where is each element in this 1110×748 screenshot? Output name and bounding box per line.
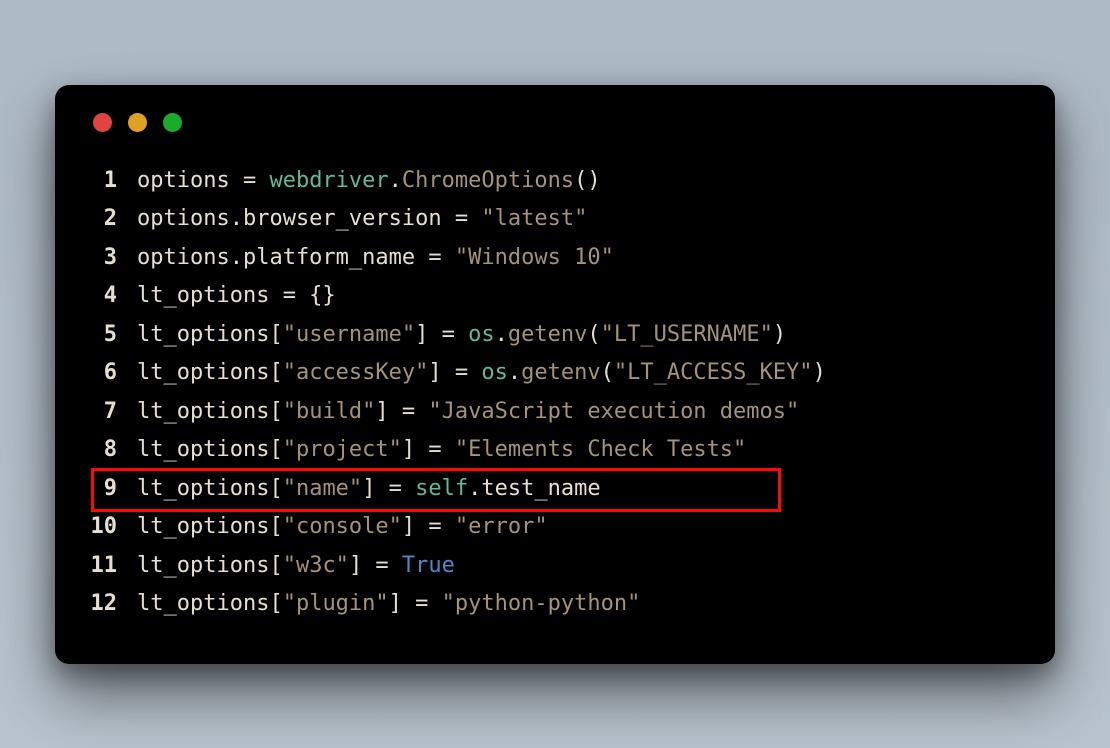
code-token: ( xyxy=(587,322,600,347)
line-content: lt_options["accessKey"] = os.getenv("LT_… xyxy=(137,354,826,393)
code-token: lt_options[ xyxy=(137,553,283,578)
line-content: lt_options = {} xyxy=(137,277,336,316)
code-token: "project" xyxy=(283,437,402,462)
line-number: 7 xyxy=(87,393,137,432)
line-number: 10 xyxy=(87,508,137,547)
line-number: 11 xyxy=(87,547,137,586)
code-token: ] = xyxy=(362,476,415,501)
code-token: "accessKey" xyxy=(283,360,429,385)
line-number: 9 xyxy=(87,470,137,509)
line-content: lt_options["name"] = self.test_name xyxy=(137,470,601,509)
code-token: options.browser_version = xyxy=(137,206,481,231)
line-number: 6 xyxy=(87,354,137,393)
line-number: 2 xyxy=(87,200,137,239)
code-block: 1options = webdriver.ChromeOptions()2opt… xyxy=(87,162,1023,624)
code-window: 1options = webdriver.ChromeOptions()2opt… xyxy=(55,85,1055,664)
code-token: ChromeOptions xyxy=(402,168,574,193)
code-line: 10lt_options["console"] = "error" xyxy=(87,508,1023,547)
line-content: options = webdriver.ChromeOptions() xyxy=(137,162,601,201)
line-number: 1 xyxy=(87,162,137,201)
code-token: True xyxy=(402,553,455,578)
code-token: ] = xyxy=(349,553,402,578)
code-token: options.platform_name = xyxy=(137,245,455,270)
code-token: ] = xyxy=(402,514,455,539)
code-token: lt_options[ xyxy=(137,591,283,616)
code-token: ( xyxy=(601,360,614,385)
code-token: lt_options[ xyxy=(137,514,283,539)
line-number: 3 xyxy=(87,239,137,278)
code-token: () xyxy=(574,168,601,193)
code-token: ] = xyxy=(402,437,455,462)
code-token: lt_options[ xyxy=(137,322,283,347)
code-token: ) xyxy=(813,360,826,385)
minimize-icon[interactable] xyxy=(128,113,147,132)
line-number: 4 xyxy=(87,277,137,316)
code-token: "plugin" xyxy=(283,591,389,616)
line-content: lt_options["plugin"] = "python-python" xyxy=(137,585,640,624)
code-token: "latest" xyxy=(481,206,587,231)
code-token: ] = xyxy=(375,399,428,424)
code-line: 8lt_options["project"] = "Elements Check… xyxy=(87,431,1023,470)
code-token: "console" xyxy=(283,514,402,539)
line-content: options.platform_name = "Windows 10" xyxy=(137,239,614,278)
line-content: lt_options["project"] = "Elements Check … xyxy=(137,431,746,470)
code-line: 9lt_options["name"] = self.test_name xyxy=(87,470,1023,509)
code-token: self xyxy=(415,476,468,501)
code-token: ] = xyxy=(428,360,481,385)
code-token: "name" xyxy=(283,476,362,501)
code-token: ) xyxy=(773,322,786,347)
code-line: 11lt_options["w3c"] = True xyxy=(87,547,1023,586)
code-token: lt_options[ xyxy=(137,360,283,385)
code-line: 1options = webdriver.ChromeOptions() xyxy=(87,162,1023,201)
traffic-lights xyxy=(93,113,1023,132)
line-content: lt_options["build"] = "JavaScript execut… xyxy=(137,393,799,432)
code-line: 4lt_options = {} xyxy=(87,277,1023,316)
line-content: lt_options["console"] = "error" xyxy=(137,508,548,547)
code-token: webdriver xyxy=(269,168,388,193)
code-token: getenv xyxy=(521,360,600,385)
code-token: "username" xyxy=(283,322,415,347)
close-icon[interactable] xyxy=(93,113,112,132)
code-token: ] = xyxy=(389,591,442,616)
code-token: "python-python" xyxy=(442,591,641,616)
line-number: 8 xyxy=(87,431,137,470)
code-line: 3options.platform_name = "Windows 10" xyxy=(87,239,1023,278)
code-token: "w3c" xyxy=(283,553,349,578)
code-token: . xyxy=(389,168,402,193)
code-token: "LT_USERNAME" xyxy=(601,322,773,347)
line-number: 5 xyxy=(87,316,137,355)
code-line: 12lt_options["plugin"] = "python-python" xyxy=(87,585,1023,624)
code-line: 5lt_options["username"] = os.getenv("LT_… xyxy=(87,316,1023,355)
code-token: "error" xyxy=(455,514,548,539)
code-line: 2options.browser_version = "latest" xyxy=(87,200,1023,239)
code-token: options = xyxy=(137,168,269,193)
code-token: lt_options[ xyxy=(137,399,283,424)
code-token: "Elements Check Tests" xyxy=(455,437,746,462)
maximize-icon[interactable] xyxy=(163,113,182,132)
code-line: 6lt_options["accessKey"] = os.getenv("LT… xyxy=(87,354,1023,393)
code-token: getenv xyxy=(508,322,587,347)
line-content: lt_options["w3c"] = True xyxy=(137,547,455,586)
code-token: lt_options[ xyxy=(137,476,283,501)
code-token: . xyxy=(508,360,521,385)
code-token: os xyxy=(468,322,495,347)
code-token: "LT_ACCESS_KEY" xyxy=(614,360,813,385)
code-token: lt_options = {} xyxy=(137,283,336,308)
code-token: . xyxy=(495,322,508,347)
line-content: options.browser_version = "latest" xyxy=(137,200,587,239)
code-token: "Windows 10" xyxy=(455,245,614,270)
line-content: lt_options["username"] = os.getenv("LT_U… xyxy=(137,316,786,355)
code-line: 7lt_options["build"] = "JavaScript execu… xyxy=(87,393,1023,432)
code-token: lt_options[ xyxy=(137,437,283,462)
code-token: ] = xyxy=(415,322,468,347)
code-token: "build" xyxy=(283,399,376,424)
code-token: .test_name xyxy=(468,476,600,501)
line-number: 12 xyxy=(87,585,137,624)
code-token: "JavaScript execution demos" xyxy=(428,399,799,424)
code-token: os xyxy=(481,360,508,385)
